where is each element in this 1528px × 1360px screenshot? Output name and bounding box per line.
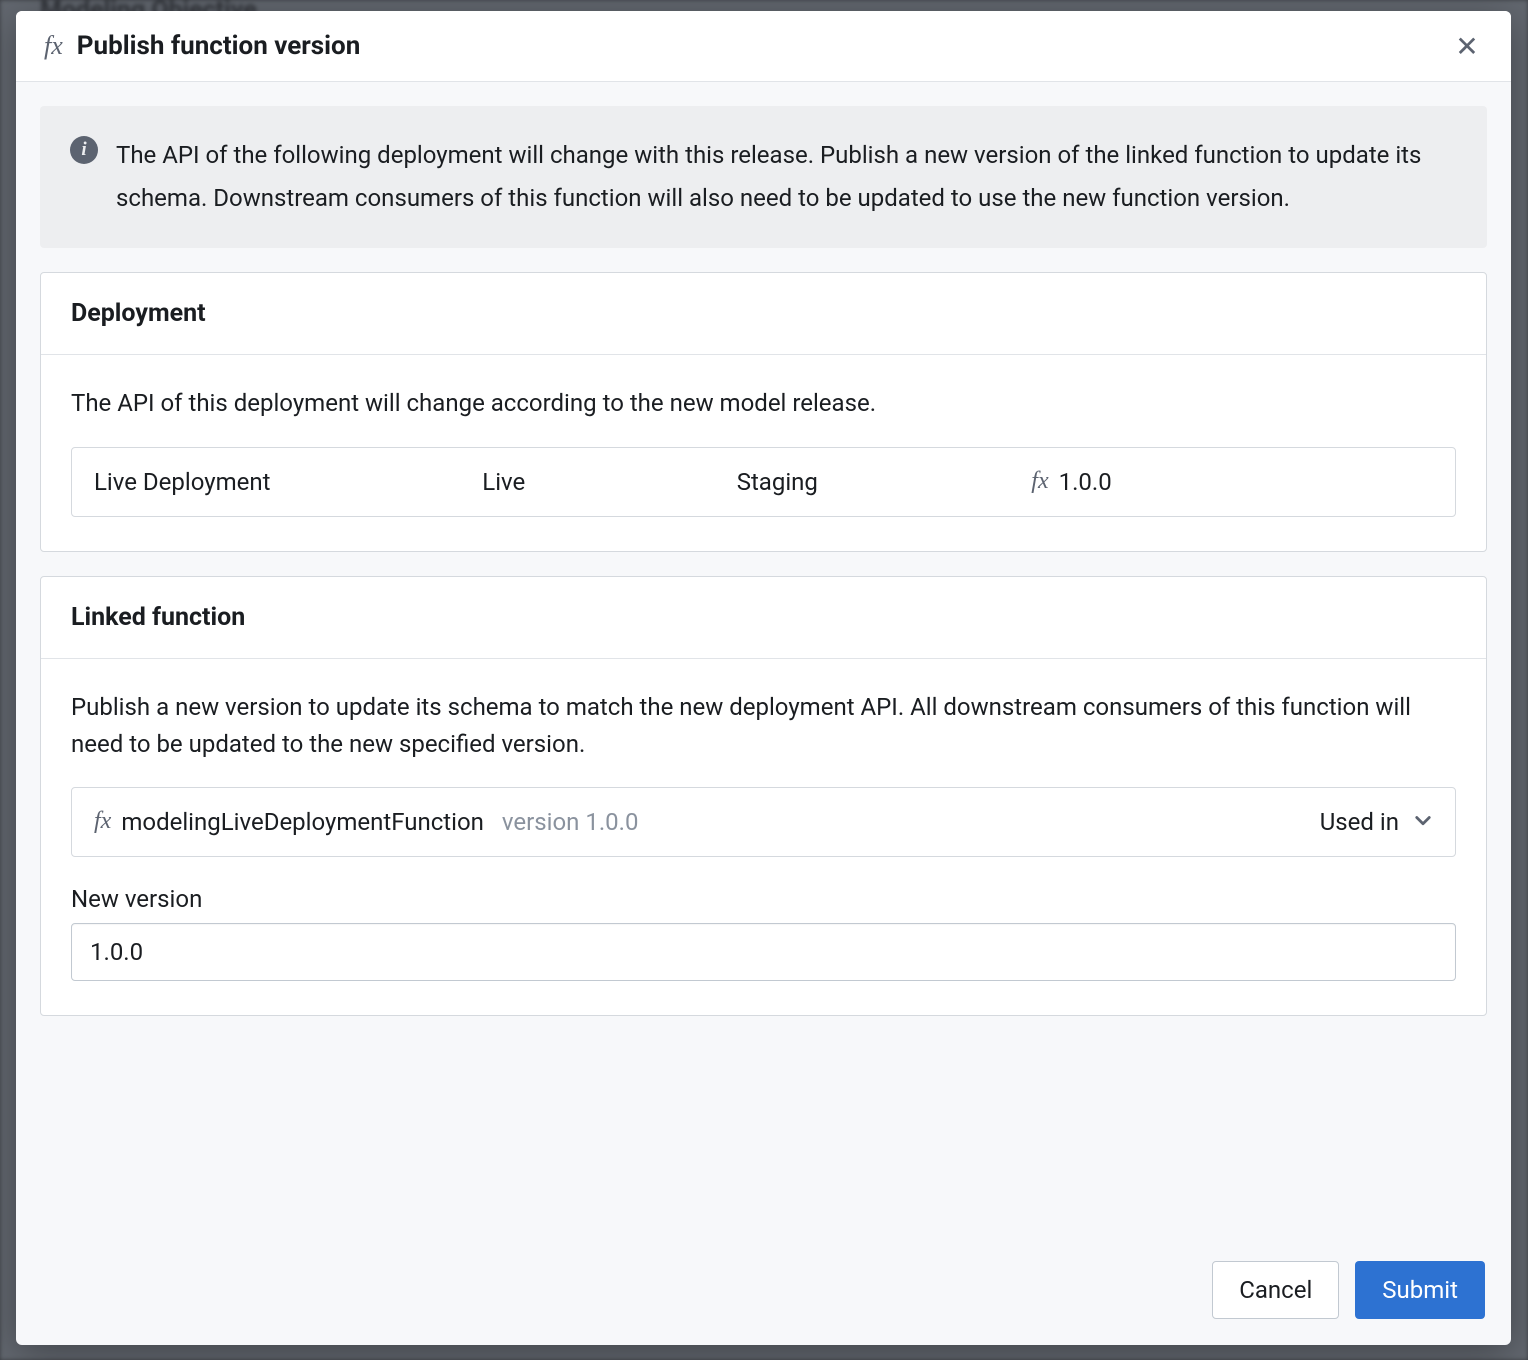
deployment-env-staging: Staging (737, 468, 1032, 496)
function-icon: fx (1031, 468, 1048, 495)
info-icon: i (70, 136, 98, 164)
deployment-section-body: The API of this deployment will change a… (41, 355, 1486, 550)
cancel-button[interactable]: Cancel (1212, 1261, 1339, 1319)
modal-header: fx Publish function version ✕ (16, 11, 1511, 82)
function-row: fx modelingLiveDeploymentFunction versio… (71, 787, 1456, 857)
used-in-dropdown[interactable]: Used in (1320, 808, 1433, 836)
deployment-row: Live Deployment Live Staging fx 1.0.0 (71, 447, 1456, 517)
new-version-input[interactable] (71, 923, 1456, 981)
deployment-version: fx 1.0.0 (1031, 468, 1433, 496)
modal-title: Publish function version (77, 31, 361, 61)
deployment-description: The API of this deployment will change a… (71, 385, 1456, 422)
linked-function-section-body: Publish a new version to update its sche… (41, 659, 1486, 1015)
close-icon: ✕ (1455, 30, 1478, 63)
submit-button[interactable]: Submit (1355, 1261, 1485, 1319)
deployment-section-title: Deployment (71, 299, 1456, 328)
info-banner: i The API of the following deployment wi… (40, 106, 1487, 248)
new-version-label: New version (71, 885, 1456, 913)
close-button[interactable]: ✕ (1451, 30, 1483, 62)
chevron-down-icon (1413, 808, 1433, 836)
deployment-name: Live Deployment (94, 468, 482, 496)
function-icon: fx (94, 808, 111, 835)
linked-function-section-title: Linked function (71, 603, 1456, 632)
linked-function-description: Publish a new version to update its sche… (71, 689, 1456, 763)
used-in-label: Used in (1320, 808, 1399, 836)
linked-function-section-header: Linked function (41, 577, 1486, 659)
deployment-env-live: Live (482, 468, 736, 496)
deployment-section-header: Deployment (41, 273, 1486, 355)
modal-body: i The API of the following deployment wi… (16, 82, 1511, 1239)
function-name: modelingLiveDeploymentFunction (121, 808, 484, 836)
function-version: version 1.0.0 (502, 808, 639, 836)
deployment-version-text: 1.0.0 (1059, 468, 1112, 496)
deployment-section: Deployment The API of this deployment wi… (40, 272, 1487, 551)
function-icon: fx (44, 31, 63, 61)
modal-footer: Cancel Submit (16, 1239, 1511, 1345)
info-text: The API of the following deployment will… (116, 134, 1457, 220)
linked-function-section: Linked function Publish a new version to… (40, 576, 1487, 1016)
publish-function-modal: fx Publish function version ✕ i The API … (16, 11, 1511, 1345)
